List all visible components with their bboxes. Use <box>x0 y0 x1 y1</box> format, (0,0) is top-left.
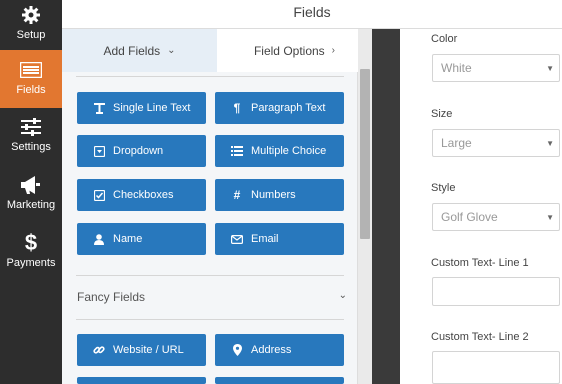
sidebar-item-marketing[interactable]: Marketing <box>0 170 62 228</box>
section-divider <box>76 319 344 320</box>
style-label: Style <box>431 182 456 194</box>
field-button-label: Numbers <box>251 189 296 201</box>
section-divider <box>76 76 344 77</box>
panel-scrollbar-thumb[interactable] <box>360 69 370 239</box>
fields-panel: Add Fields ⌄ Field Options › Single Line… <box>62 29 372 384</box>
style-select[interactable]: Golf Glove ▼ <box>432 203 560 231</box>
custom-text-line-2-label: Custom Text- Line 2 <box>431 331 529 343</box>
builder-header: Fields <box>62 0 562 29</box>
add-checkboxes-button[interactable]: Checkboxes <box>77 179 206 211</box>
size-label: Size <box>431 108 453 120</box>
size-select[interactable]: Large ▼ <box>432 129 560 157</box>
select-value: Large <box>441 136 472 150</box>
dropdown-icon <box>91 145 107 157</box>
text-cursor-icon <box>91 102 107 114</box>
section-divider <box>76 275 344 276</box>
color-select[interactable]: White ▼ <box>432 54 560 82</box>
add-paragraph-text-button[interactable]: ¶ Paragraph Text <box>215 92 344 124</box>
envelope-icon <box>229 234 245 244</box>
add-single-line-text-button[interactable]: Single Line Text <box>77 92 206 124</box>
sidebar-item-payments[interactable]: $ Payments <box>0 228 62 286</box>
field-button-label: Name <box>113 233 143 245</box>
list-icon <box>229 146 245 156</box>
hash-icon: # <box>233 188 241 202</box>
tab-field-options[interactable]: Field Options › <box>217 29 372 72</box>
field-button-label: Dropdown <box>113 145 164 157</box>
add-website-url-button[interactable]: Website / URL <box>77 334 206 366</box>
link-icon <box>91 344 107 356</box>
panel-divider <box>372 29 400 384</box>
field-button-label: Single Line Text <box>113 102 191 114</box>
add-field-button-partial[interactable] <box>215 377 344 384</box>
add-name-button[interactable]: Name <box>77 223 206 255</box>
add-field-button-partial[interactable] <box>77 377 206 384</box>
sliders-icon <box>21 116 41 138</box>
field-button-label: Checkboxes <box>113 189 174 201</box>
color-label: Color <box>431 33 458 45</box>
builder-sidebar: Setup Fields Settings Marketing $ Paymen… <box>0 0 62 384</box>
chevron-right-icon: › <box>331 45 336 56</box>
page-title: Fields <box>293 4 331 20</box>
field-button-label: Address <box>251 344 292 356</box>
dropdown-arrow-icon: ▼ <box>546 139 554 148</box>
chevron-down-icon: ⌄ <box>338 290 347 301</box>
add-multiple-choice-button[interactable]: Multiple Choice <box>215 135 344 167</box>
gear-icon <box>21 4 41 26</box>
field-options-area: Color White ▼ Size Large ▼ Style Golf Gl… <box>400 29 562 384</box>
custom-text-line-2-input[interactable] <box>432 351 560 384</box>
user-icon <box>91 233 107 245</box>
field-button-label: Email <box>251 233 279 245</box>
paragraph-icon: ¶ <box>233 101 241 115</box>
checkbox-icon <box>91 189 107 201</box>
add-numbers-button[interactable]: # Numbers <box>215 179 344 211</box>
sidebar-item-fields[interactable]: Fields <box>0 50 62 108</box>
add-email-button[interactable]: Email <box>215 223 344 255</box>
fancy-fields-header[interactable]: Fancy Fields ⌄ <box>77 290 347 304</box>
tab-label: Add Fields <box>103 43 161 58</box>
sidebar-item-label: Marketing <box>6 199 56 211</box>
dollar-icon: $ <box>24 230 38 255</box>
sidebar-item-label: Payments <box>6 257 56 269</box>
add-address-button[interactable]: Address <box>215 334 344 366</box>
add-dropdown-button[interactable]: Dropdown <box>77 135 206 167</box>
tab-label: Field Options <box>253 43 325 58</box>
custom-text-line-1-label: Custom Text- Line 1 <box>431 257 529 269</box>
field-button-label: Paragraph Text <box>251 102 326 114</box>
select-value: Golf Glove <box>441 210 498 224</box>
field-button-label: Multiple Choice <box>251 145 327 157</box>
sidebar-item-settings[interactable]: Settings <box>0 112 62 170</box>
select-value: White <box>441 61 472 75</box>
field-button-label: Website / URL <box>113 344 184 356</box>
tab-add-fields[interactable]: Add Fields ⌄ <box>62 29 217 72</box>
fields-list-icon <box>20 59 42 81</box>
dropdown-arrow-icon: ▼ <box>546 213 554 222</box>
megaphone-icon <box>20 174 42 196</box>
section-title: Fancy Fields <box>77 290 146 304</box>
sidebar-item-label: Settings <box>11 141 51 153</box>
sidebar-item-label: Fields <box>16 84 46 96</box>
sidebar-item-label: Setup <box>16 29 46 41</box>
chevron-down-icon: ⌄ <box>167 45 176 56</box>
map-marker-icon <box>229 344 245 356</box>
custom-text-line-1-input[interactable] <box>432 277 560 306</box>
dropdown-arrow-icon: ▼ <box>546 64 554 73</box>
